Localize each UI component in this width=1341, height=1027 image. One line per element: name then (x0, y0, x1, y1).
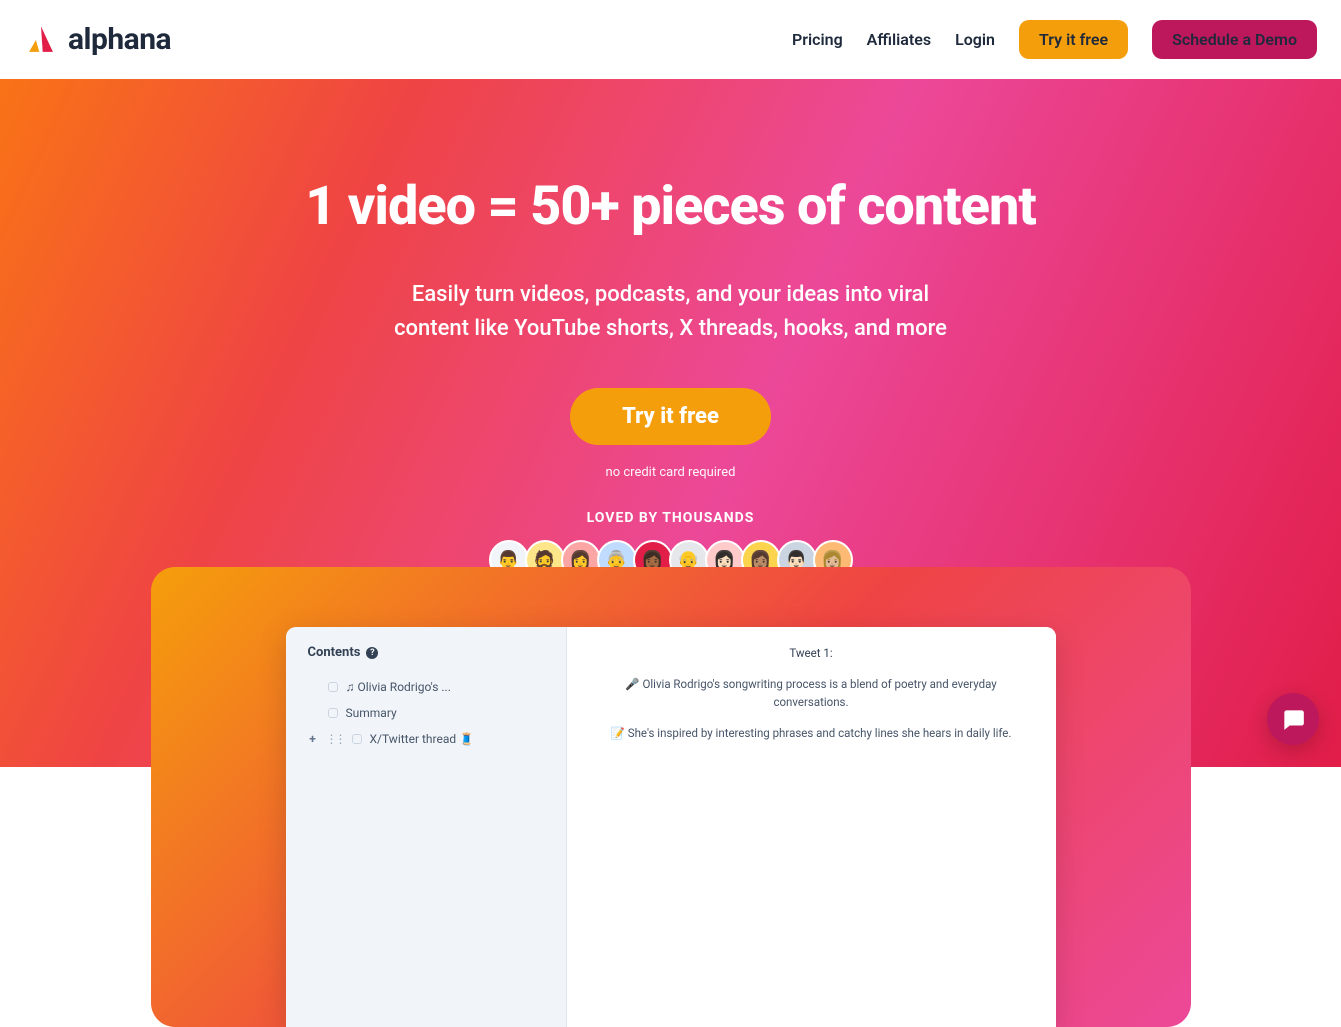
drag-handle-icon: ⋮⋮ (326, 732, 344, 746)
preview-item1-label: ♫ Olivia Rodrigo's ... (346, 680, 451, 694)
hero-subtitle-line2: content like YouTube shorts, X threads, … (0, 312, 1341, 346)
hero-note: no credit card required (0, 465, 1341, 480)
checkbox-icon (352, 734, 362, 744)
hero-cta-button[interactable]: Try it free (570, 388, 771, 445)
nav-pricing[interactable]: Pricing (792, 30, 843, 49)
checkbox-icon (328, 682, 338, 692)
preview-sidebar-item[interactable]: + ⋮⋮ X/Twitter thread 🧵 (308, 726, 544, 752)
app-preview-inner: Contents ? ♫ Olivia Rodrigo's ... Summar… (286, 627, 1056, 1027)
plus-icon: + (308, 732, 318, 746)
nav-affiliates[interactable]: Affiliates (867, 30, 931, 49)
preview-content: Tweet 1: 🎤 Olivia Rodrigo's songwriting … (566, 627, 1056, 1027)
try-free-button[interactable]: Try it free (1019, 20, 1128, 59)
logo-mark-icon (24, 23, 58, 57)
nav-login[interactable]: Login (955, 30, 995, 49)
preview-sidebar-item[interactable]: ♫ Olivia Rodrigo's ... (308, 674, 544, 700)
tweet-line: 📝 She's inspired by interesting phrases … (589, 725, 1034, 742)
tweet-heading: Tweet 1: (589, 645, 1034, 662)
schedule-demo-button[interactable]: Schedule a Demo (1152, 20, 1317, 59)
primary-nav: Pricing Affiliates Login Try it free Sch… (792, 20, 1317, 59)
logo[interactable]: alphana (24, 22, 171, 57)
preview-item3-label: X/Twitter thread 🧵 (370, 732, 475, 746)
hero-subtitle-line1: Easily turn videos, podcasts, and your i… (0, 278, 1341, 312)
logo-text: alphana (68, 22, 171, 57)
hero-section: 1 video = 50+ pieces of content Easily t… (0, 79, 1341, 767)
preview-sidebar: Contents ? ♫ Olivia Rodrigo's ... Summar… (286, 627, 566, 1027)
preview-sidebar-title-text: Contents (308, 645, 361, 660)
hero-headline: 1 video = 50+ pieces of content (0, 175, 1341, 238)
preview-item2-label: Summary (346, 706, 397, 720)
tweet-line: 🎤 Olivia Rodrigo's songwriting process i… (589, 676, 1034, 711)
chat-launcher-button[interactable] (1267, 693, 1319, 745)
site-header: alphana Pricing Affiliates Login Try it … (0, 0, 1341, 79)
hero-subtitle: Easily turn videos, podcasts, and your i… (0, 278, 1341, 346)
checkbox-icon (328, 708, 338, 718)
chat-icon (1280, 706, 1306, 732)
preview-sidebar-item[interactable]: Summary (308, 700, 544, 726)
app-preview-card: Contents ? ♫ Olivia Rodrigo's ... Summar… (151, 567, 1191, 1027)
help-icon: ? (366, 647, 378, 659)
preview-sidebar-title: Contents ? (308, 645, 544, 660)
loved-by-label: LOVED BY THOUSANDS (0, 510, 1341, 526)
